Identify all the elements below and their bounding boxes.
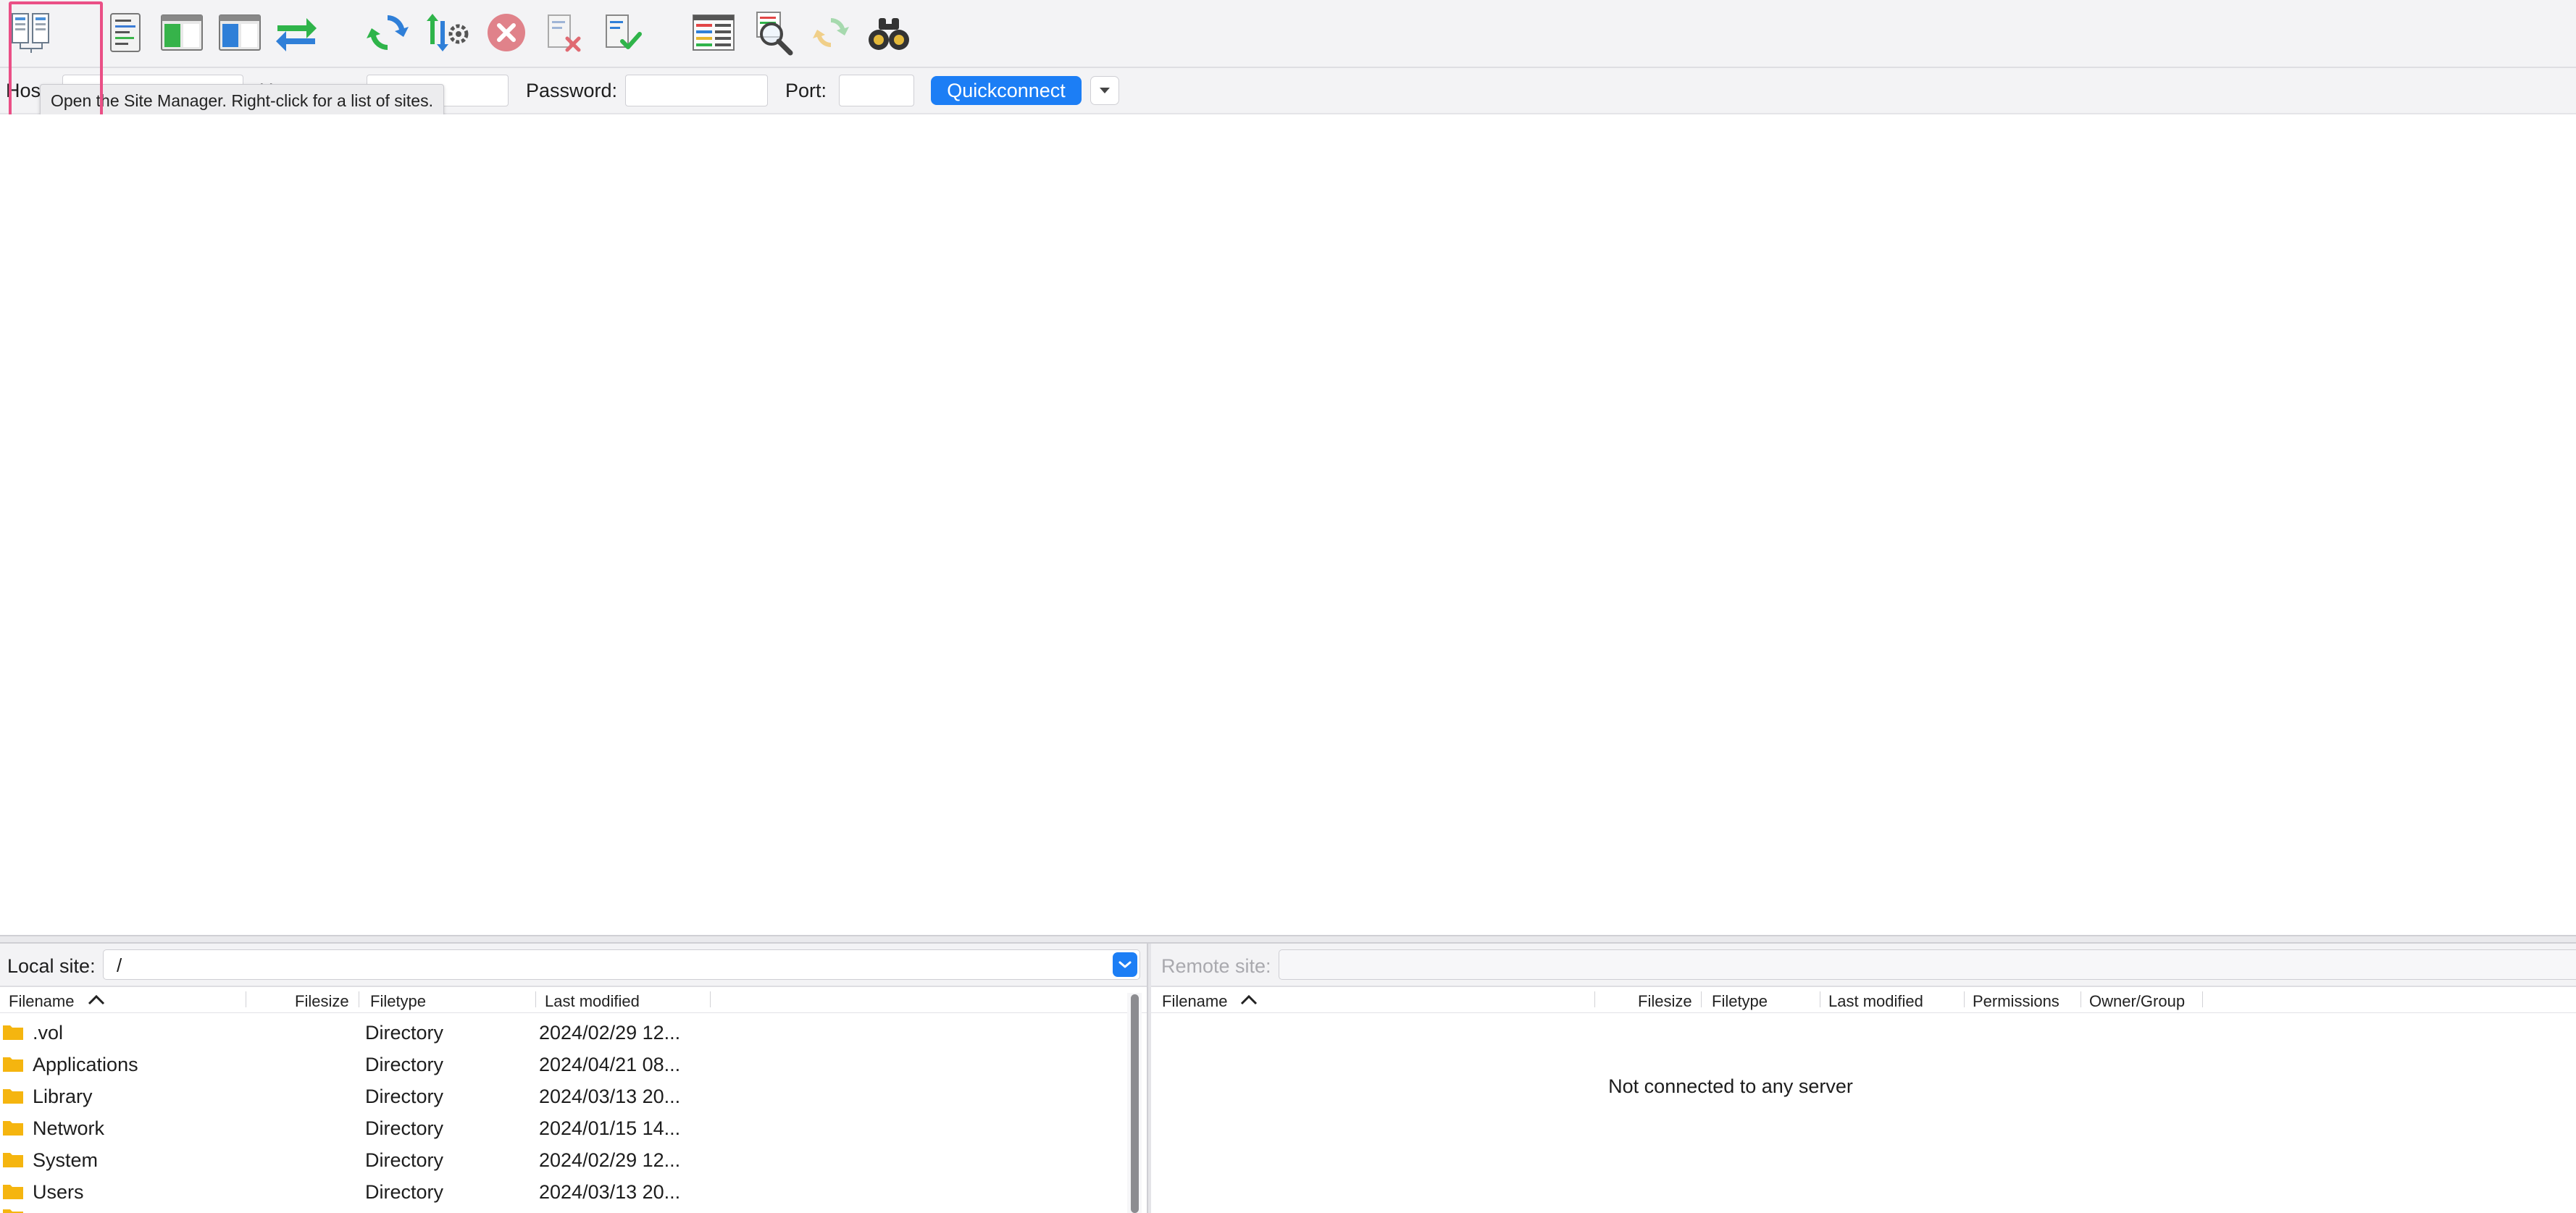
col-filetype[interactable]: Filetype	[1712, 992, 1768, 1011]
directory-comparison-button[interactable]	[748, 7, 798, 58]
local-site-label: Local site:	[7, 955, 96, 977]
remote-tree-icon	[219, 14, 261, 51]
main-toolbar	[0, 0, 2576, 68]
sort-ascending-icon	[1240, 994, 1258, 1005]
port-input[interactable]	[839, 75, 914, 106]
port-label: Port:	[785, 80, 827, 101]
disconnect-icon	[548, 14, 581, 52]
table-row[interactable]: .vol Directory 2024/02/29 12...	[0, 1016, 1119, 1048]
col-filetype[interactable]: Filetype	[370, 992, 426, 1011]
search-remote-files-button[interactable]	[863, 7, 914, 58]
quickconnect-button[interactable]: Quickconnect	[931, 76, 1082, 105]
quickconnect-history-button[interactable]	[1090, 76, 1119, 105]
transfer-queue-icon	[276, 18, 317, 51]
col-owner-group[interactable]: Owner/Group	[2089, 992, 2185, 1011]
tooltip-text: Open the Site Manager. Right-click for a…	[51, 91, 433, 110]
sort-ascending-icon	[88, 994, 105, 1005]
table-row[interactable]: Network Directory 2024/01/15 14...	[0, 1112, 1119, 1143]
table-row[interactable]	[0, 1207, 1119, 1213]
chevron-down-icon	[1118, 961, 1132, 968]
chevron-down-icon	[1100, 88, 1110, 93]
remote-site-path[interactable]	[1279, 949, 2576, 980]
directory-filters-button[interactable]	[688, 7, 739, 58]
toggle-remote-tree-button[interactable]	[214, 7, 265, 58]
password-label: Password:	[526, 80, 618, 101]
reconnect-button[interactable]	[595, 7, 646, 58]
cancel-button[interactable]	[481, 7, 532, 58]
folder-icon	[3, 1209, 23, 1213]
toggle-transfer-queue-button[interactable]	[271, 7, 322, 58]
refresh-icon	[367, 15, 409, 50]
folder-icon	[3, 1153, 23, 1167]
sync-browsing-button[interactable]	[806, 7, 856, 58]
horizontal-splitter[interactable]	[0, 935, 2576, 944]
local-file-list: Filename Filesize Filetype Last modified…	[0, 987, 1147, 1213]
folder-icon	[3, 1185, 23, 1199]
col-permissions[interactable]: Permissions	[1973, 992, 2059, 1011]
folder-icon	[3, 1057, 23, 1072]
col-filesize[interactable]: Filesize	[1638, 992, 1692, 1011]
cancel-icon	[488, 14, 525, 51]
disconnect-button[interactable]	[538, 7, 588, 58]
remote-list-header: Filename Filesize Filetype Last modified…	[1151, 987, 2576, 1013]
col-filename[interactable]: Filename	[1162, 992, 1227, 1011]
col-filename[interactable]: Filename	[9, 992, 74, 1011]
col-last-modified[interactable]: Last modified	[1828, 992, 1923, 1011]
binoculars-icon	[869, 18, 909, 50]
local-tree-icon	[161, 14, 203, 51]
compare-icon	[756, 12, 793, 56]
refresh-button[interactable]	[362, 7, 413, 58]
folder-icon	[3, 1089, 23, 1104]
folder-icon	[3, 1025, 23, 1040]
local-list-scroll-thumb[interactable]	[1131, 994, 1139, 1213]
toggle-local-tree-button[interactable]	[156, 7, 207, 58]
message-log	[0, 114, 2576, 935]
local-site-bar: Local site: /	[0, 944, 1147, 987]
filter-icon	[693, 14, 735, 51]
remote-site-bar: Remote site:	[1151, 944, 2576, 987]
local-list-header: Filename Filesize Filetype Last modified	[0, 987, 1147, 1013]
col-last-modified[interactable]: Last modified	[545, 992, 640, 1011]
message-log-icon	[110, 13, 141, 52]
sync-browsing-icon	[813, 18, 849, 47]
table-row[interactable]: System Directory 2024/02/29 12...	[0, 1143, 1119, 1175]
not-connected-message: Not connected to any server	[1608, 1075, 1853, 1097]
col-filesize[interactable]: Filesize	[295, 992, 349, 1011]
local-site-dropdown[interactable]	[1113, 952, 1137, 977]
reconnect-icon	[606, 14, 642, 49]
process-queue-button[interactable]	[423, 7, 474, 58]
local-site-path-value: /	[117, 954, 122, 976]
password-input[interactable]	[625, 75, 768, 106]
folder-icon	[3, 1121, 23, 1136]
process-queue-icon	[427, 14, 469, 51]
remote-file-list: Filename Filesize Filetype Last modified…	[1151, 987, 2576, 1213]
table-row[interactable]: Users Directory 2024/03/13 20...	[0, 1175, 1119, 1207]
table-row[interactable]: Applications Directory 2024/04/21 08...	[0, 1048, 1119, 1080]
toggle-message-log-button[interactable]	[100, 7, 151, 58]
remote-site-label: Remote site:	[1161, 955, 1271, 977]
table-row[interactable]: Library Directory 2024/03/13 20...	[0, 1080, 1119, 1112]
local-site-path[interactable]: /	[103, 949, 1140, 980]
